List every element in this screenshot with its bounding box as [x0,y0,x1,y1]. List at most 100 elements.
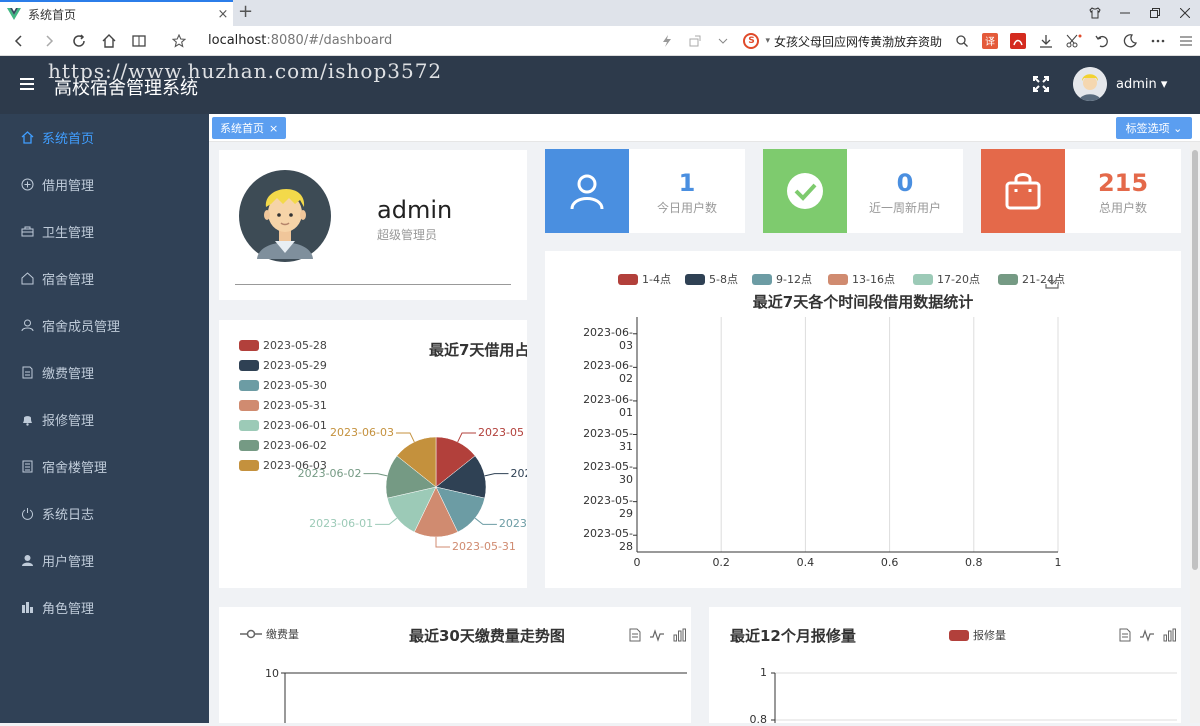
sidebar-item-payment[interactable]: 缴费管理 [0,349,209,396]
pie-label-line [457,432,477,443]
scrollbar-thumb[interactable] [1192,150,1198,570]
header-username-dropdown[interactable]: admin ▾ [1116,77,1167,92]
sidebar-item-label: 系统首页 [42,132,95,147]
sidebar-item-users[interactable]: 用户管理 [0,537,209,584]
person-icon [20,319,34,333]
sidebar-item-label: 宿舍管理 [42,273,95,288]
power-icon [20,507,34,521]
forward-icon[interactable] [34,26,64,56]
menu-icon[interactable] [1172,26,1200,56]
tag-close-icon[interactable]: × [269,122,278,135]
bar-chart-icon [20,601,34,615]
restore-icon[interactable] [1140,0,1170,26]
pdf-icon[interactable] [1004,26,1032,56]
sidebar-toggle-icon[interactable] [20,78,34,90]
sidebar-item-repair[interactable]: 报修管理 [0,396,209,443]
payment-trend-card: 缴费量 最近30天缴费量走势图 10 [219,607,691,723]
y-tick-label: 2023-06-02 [583,359,633,386]
sidebar-item-building[interactable]: 宿舍楼管理 [0,443,209,490]
toolbox-icon [20,225,34,239]
sidebar-item-label: 借用管理 [42,179,95,194]
home-icon [20,131,34,145]
user-icon [570,174,604,210]
shirt-icon[interactable] [1080,0,1110,26]
more-menu-icon[interactable] [1144,26,1172,56]
download-icon[interactable] [1032,26,1060,56]
search-engine-chevron-icon[interactable]: ▾ [765,36,770,46]
sidebar-item-roles[interactable]: 角色管理 [0,584,209,631]
pie-label-line [435,537,450,548]
close-window-icon[interactable] [1170,0,1200,26]
pie-slice-label: 2023-05-31 [452,540,516,553]
url-host: localhost [208,33,267,48]
reload-icon[interactable] [64,26,94,56]
sidebar-item-hygiene[interactable]: 卫生管理 [0,208,209,255]
sidebar-item-dashboard[interactable]: 系统首页 [0,114,209,161]
minimize-icon[interactable] [1110,0,1140,26]
stat-icon-bg [981,149,1065,233]
stat-label: 总用户数 [1098,201,1147,215]
sidebar-item-label: 角色管理 [42,602,95,617]
svg-text:译: 译 [985,36,995,48]
stat-card-today-users: 1 今日用户数 [545,149,745,233]
reader-icon[interactable] [124,26,154,56]
new-tab-icon[interactable]: + [238,3,253,21]
dropdown-chevron-icon[interactable] [709,26,737,56]
bar-chart-plot [633,317,1059,553]
pie-label-line [363,473,388,477]
stat-label: 近一周新用户 [868,201,941,215]
x-tick-label: 0.6 [880,556,899,569]
browser-tab-dashboard[interactable]: 系统首页 × [0,0,233,26]
check-circle-icon [787,173,823,209]
pie-slice-label: 2023-06-02 [297,466,362,480]
lightning-icon[interactable] [653,26,681,56]
pie-label-line [484,473,509,477]
pie-slice-label: 2023-06-03 [330,425,394,439]
browser-address-bar: localhost:8080/#/dashboard S ▾ 女孩父母回应网传黄… [0,26,1200,56]
browser-search-box[interactable]: S ▾ 女孩父母回应网传黄渤放弃资助 [743,33,942,50]
user-icon [20,554,34,568]
sidebar-item-borrow[interactable]: 借用管理 [0,161,209,208]
header-avatar[interactable] [1073,67,1107,101]
plus-circle-icon [20,178,34,192]
time-bar-chart-card: 1-4点 5-8点 9-12点 13-16点 17-20点 21-24点 最近7天各个时间… [545,251,1181,588]
y-tick-label: 2023-05-31 [583,426,633,453]
pie-slice-label: 2023- [498,517,527,531]
tag-options-button[interactable]: 标签选项 ⌄ [1116,117,1192,139]
y-tick-label: 2023-06-03 [583,325,633,352]
shopping-bag-icon [1005,173,1041,210]
vue-logo-icon [7,8,21,20]
pie-slice-label: 202 [510,466,527,480]
sidebar-item-logs[interactable]: 系统日志 [0,490,209,537]
scissors-icon[interactable] [1060,26,1088,56]
sidebar-item-members[interactable]: 宿舍成员管理 [0,302,209,349]
sidebar-item-dormitory[interactable]: 宿舍管理 [0,255,209,302]
night-mode-icon[interactable] [1116,26,1144,56]
pie-chart-card: 最近7天借用占 2023-05-28 2023-05-29 2023-05-30 20… [219,320,527,588]
profile-avatar [239,170,331,262]
undo-icon[interactable] [1088,26,1116,56]
window-controls [1080,0,1200,26]
home-icon[interactable] [94,26,124,56]
tag-label: 系统首页 [220,122,264,135]
app-header: 高校宿舍管理系统 https://www.huzhan.com/ishop357… [0,56,1200,114]
browser-tab-close-icon[interactable]: × [213,7,233,22]
search-hot-text: 女孩父母回应网传黄渤放弃资助 [773,34,942,49]
sidebar-item-label: 宿舍楼管理 [42,461,108,476]
bookmark-star-icon[interactable] [164,26,194,56]
tag-dashboard[interactable]: 系统首页 × [212,117,287,139]
pie-slice-label: 2023-05 [478,425,524,439]
page-scrollbar[interactable] [1190,142,1200,723]
url-path: :8080/#/dashboard [266,33,393,48]
share-icon[interactable] [681,26,709,56]
back-icon[interactable] [4,26,34,56]
y-tick-label: 2023-05-30 [583,460,633,487]
y-tick-label: 2023-05-28 [583,527,633,554]
url-field[interactable]: localhost:8080/#/dashboard [208,33,608,48]
fullscreen-icon[interactable] [1032,75,1050,93]
search-icon[interactable] [948,26,976,56]
pie-slice-label: 2023-06-01 [309,517,374,531]
translate-icon[interactable]: 译 [976,26,1004,56]
house-icon [20,272,34,286]
profile-card: admin 超级管理员 [219,150,527,300]
